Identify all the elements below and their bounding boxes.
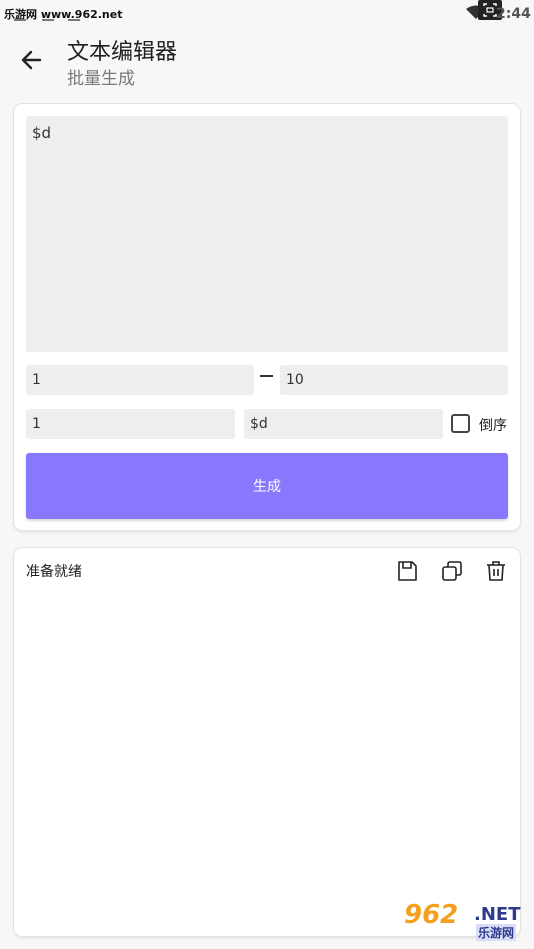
- watermark-cn: 乐游网: [476, 924, 517, 941]
- range-separator: [260, 375, 273, 377]
- reverse-label: 倒序: [479, 418, 507, 434]
- trash-icon[interactable]: [485, 560, 507, 582]
- range-end-input[interactable]: [280, 365, 508, 395]
- output-card: 准备就绪: [14, 548, 520, 936]
- status-dash: [42, 19, 54, 21]
- status-dash: [14, 19, 26, 21]
- status-bar: 乐游网 www.962.net 2:44: [0, 0, 534, 26]
- range-start-input[interactable]: [26, 365, 254, 395]
- watermark-number: 962: [404, 900, 459, 930]
- save-icon[interactable]: [396, 560, 418, 582]
- page-subtitle: 批量生成: [67, 69, 135, 89]
- copy-icon[interactable]: [441, 560, 463, 582]
- arrow-left-icon: [21, 50, 42, 70]
- generate-button[interactable]: 生成: [26, 453, 508, 519]
- step-input[interactable]: [26, 409, 235, 439]
- reverse-checkbox[interactable]: [451, 414, 470, 433]
- back-button[interactable]: [18, 46, 46, 74]
- status-time: 2:44: [496, 6, 531, 22]
- template-editor[interactable]: $d: [26, 116, 508, 352]
- generator-card: $d 倒序 生成: [14, 104, 520, 530]
- page-title: 文本编辑器: [67, 40, 178, 65]
- watermark-net: .NET: [474, 904, 521, 925]
- status-dash: [68, 19, 80, 21]
- output-status: 准备就绪: [26, 564, 82, 580]
- placeholder-token-input[interactable]: [244, 409, 443, 439]
